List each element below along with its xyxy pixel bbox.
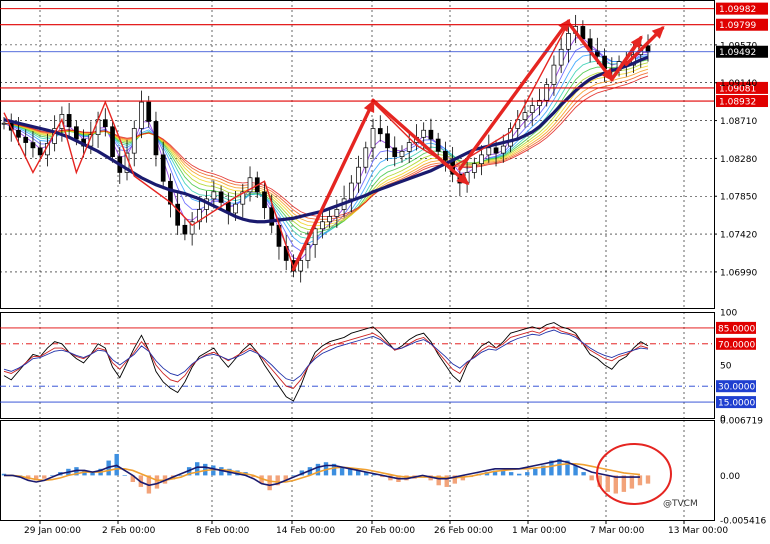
candle-body <box>175 203 181 226</box>
candle-body <box>218 191 224 203</box>
candle-body <box>566 33 571 50</box>
macd-histogram-bar <box>613 475 618 494</box>
candle-body <box>211 191 217 200</box>
macd-histogram-bar <box>645 475 651 484</box>
rsi-level-label: 30.0000 <box>718 383 755 393</box>
candle-body <box>327 216 332 223</box>
time-tick-label: 29 Jan 00:00 <box>24 526 81 536</box>
macd-histogram-bar <box>508 472 514 476</box>
watermark: @TVCM <box>663 499 698 509</box>
candle-body <box>493 147 499 154</box>
macd-histogram-bar <box>267 475 272 491</box>
macd-histogram-bar <box>621 475 627 492</box>
price-tick-label: 1.07420 <box>720 231 757 241</box>
candle-body <box>377 128 383 135</box>
macd-histogram-bar <box>605 475 610 492</box>
price-tick-label: 1.09140 <box>720 79 757 89</box>
candle-body <box>370 128 376 149</box>
candle-body <box>320 221 325 230</box>
macd-histogram-bar <box>42 475 47 479</box>
price-tick-label: 1.06990 <box>720 268 757 278</box>
price-tick-label: 1.08710 <box>720 117 757 127</box>
candle-body <box>399 151 405 157</box>
candle-body <box>16 129 21 138</box>
candle-body <box>529 105 535 113</box>
candle-body <box>421 129 427 138</box>
candle-body <box>392 147 398 157</box>
candle-body <box>471 163 477 173</box>
rsi-tick-label: 100 <box>720 309 737 319</box>
candle-body <box>131 128 137 154</box>
candle-body <box>363 147 369 168</box>
candle-body <box>23 136 29 143</box>
candle-body <box>110 126 115 157</box>
time-tick-label: 7 Mar 00:00 <box>590 526 645 536</box>
candle-body <box>435 138 441 152</box>
candle-body <box>645 45 651 53</box>
candle-body <box>348 182 354 200</box>
candle-body <box>37 147 43 156</box>
macd-histogram-bar <box>581 472 586 476</box>
level-label: 1.09982 <box>719 5 756 15</box>
time-tick-label: 1 Mar 00:00 <box>512 526 567 536</box>
macd-tick-label: 0.00 <box>720 472 740 482</box>
candle-body <box>153 121 159 156</box>
candle-body <box>428 129 434 140</box>
macd-histogram-bar <box>339 467 345 476</box>
candle-body <box>544 84 550 101</box>
macd-histogram-bar <box>122 475 127 476</box>
candle-body <box>233 203 238 214</box>
rsi-level-label: 85.0000 <box>718 324 755 334</box>
candle-body <box>30 142 36 149</box>
macd-histogram-bar <box>525 472 530 476</box>
level-label: 1.09799 <box>719 21 756 31</box>
macd-tick-label: 0.006719 <box>720 417 763 427</box>
candle-body <box>312 228 318 245</box>
candle-body <box>551 64 557 85</box>
candle-body <box>522 112 528 121</box>
candle-body <box>334 209 340 217</box>
chart-root: 1.09982 1.09799 1.09492 1.09081 1.08932 1.095… <box>0 0 770 540</box>
candle-body <box>74 126 79 140</box>
macd-histogram-bar <box>315 463 321 476</box>
rsi-level-label: 15.0000 <box>718 399 755 409</box>
candle-body <box>443 151 448 161</box>
candle-body <box>160 154 166 182</box>
candle-body <box>298 260 304 272</box>
candle-body <box>1 122 7 125</box>
macd-histogram-bar <box>114 453 119 476</box>
macd-histogram-bar <box>517 473 522 476</box>
time-tick-label: 13 Mar 00:00 <box>668 526 728 536</box>
level-label: 1.08932 <box>719 98 756 108</box>
candle-body <box>479 154 484 165</box>
macd-histogram-bar <box>195 462 200 476</box>
candle-body <box>356 166 361 184</box>
time-tick-label: 20 Feb 00:00 <box>356 526 415 536</box>
candle-body <box>262 191 267 209</box>
price-tick-label: 1.07850 <box>720 193 757 203</box>
candle-body <box>102 119 108 128</box>
time-tick-label: 8 Feb 00:00 <box>196 526 250 536</box>
trading-chart[interactable]: 1.099821.097991.094921.090811.089321.095… <box>0 0 770 540</box>
macd-histogram-bar <box>533 468 538 476</box>
candle-body <box>66 114 72 128</box>
time-tick-label: 26 Feb 00:00 <box>434 526 493 536</box>
candle-body <box>305 244 311 261</box>
candle-body <box>580 26 586 40</box>
candle-body <box>146 101 152 122</box>
candle-body <box>500 145 506 154</box>
candle-body <box>139 101 144 129</box>
candle-body <box>182 224 188 235</box>
time-tick-label: 14 Feb 00:00 <box>276 526 335 536</box>
candle-body <box>406 142 412 152</box>
price-tick-label: 1.09570 <box>720 41 757 51</box>
price-tick-label: 1.08280 <box>720 155 757 165</box>
rsi-level-label: 70.0000 <box>718 340 755 350</box>
macd-histogram-bar <box>589 475 594 481</box>
candle-body <box>486 147 492 156</box>
macd-histogram-bar <box>154 475 160 489</box>
rsi-tick-label: 50 <box>720 362 732 372</box>
candle-body <box>385 133 390 149</box>
time-tick-label: 2 Feb 00:00 <box>102 526 156 536</box>
